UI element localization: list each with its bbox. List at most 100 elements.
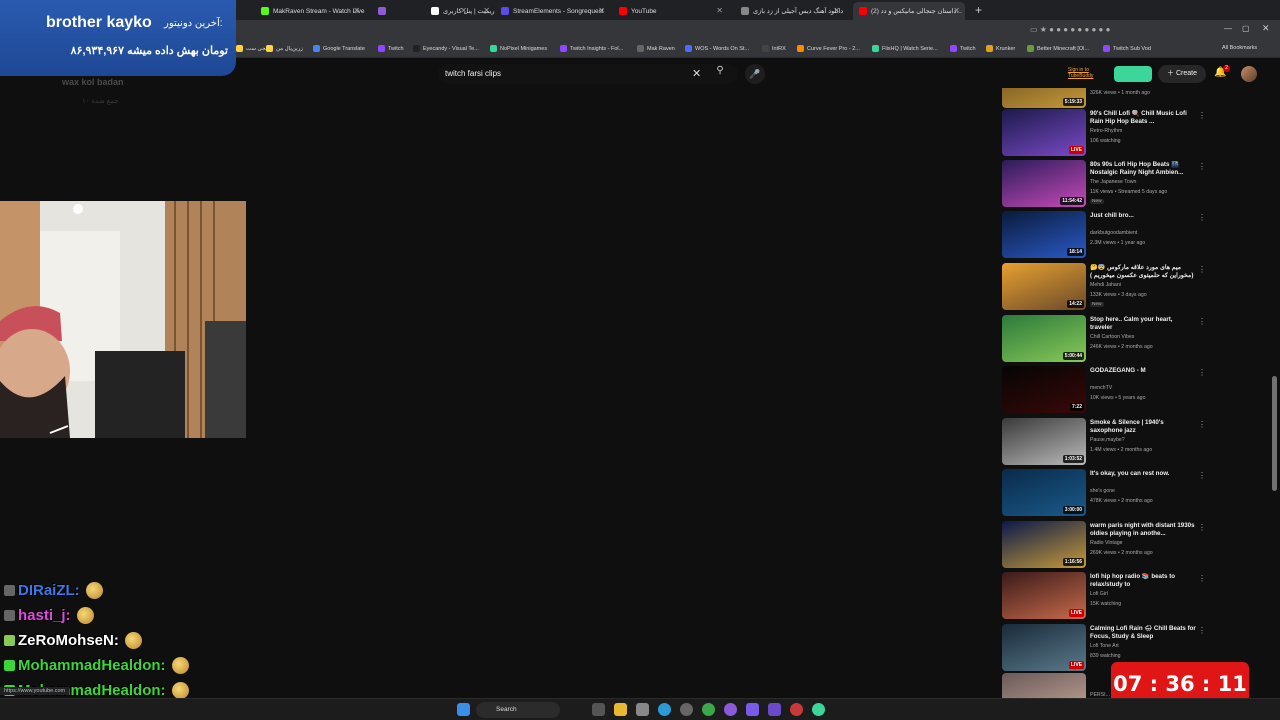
channel-name[interactable]: The Japanese Town — [1090, 179, 1136, 185]
video-thumbnail[interactable]: LIVE — [1002, 109, 1086, 156]
video-thumbnail[interactable] — [1002, 673, 1086, 698]
store-icon[interactable] — [636, 703, 649, 716]
create-button[interactable]: ＋ Create — [1158, 65, 1206, 83]
recommended-video[interactable]: 18:14 Just chill bro... darkbutgoodambient… — [1002, 211, 1212, 259]
browser-tab[interactable]: ریمیت | پنل کاربری ✕ — [425, 2, 495, 20]
discord-icon[interactable] — [724, 703, 737, 716]
channel-name[interactable]: Lofi Tone Art — [1090, 643, 1119, 649]
microphone-icon[interactable]: 🎤 — [745, 64, 765, 84]
bookmark-item[interactable]: Eyecandy - Visual Te... — [413, 45, 479, 52]
channel-name[interactable]: Radio Vintage — [1090, 540, 1123, 546]
video-thumbnail[interactable]: 7:22 — [1002, 366, 1086, 413]
video-title[interactable]: 90's Chill Lofi 🍭 Chill Music Lofi Rain … — [1090, 110, 1196, 126]
channel-name[interactable]: Pause,maybe? — [1090, 437, 1125, 443]
bookmark-item[interactable]: دیجی ست — [236, 45, 270, 52]
bookmark-item[interactable]: زرین‌پال من — [266, 45, 303, 52]
video-thumbnail[interactable]: 5:00:44 — [1002, 315, 1086, 362]
video-menu-icon[interactable]: ⋮ — [1198, 626, 1206, 635]
video-thumbnail[interactable]: 18:14 — [1002, 211, 1086, 258]
settings-icon[interactable] — [680, 703, 693, 716]
channel-name[interactable]: she's gone — [1090, 488, 1115, 494]
video-title[interactable]: Stop here.. Calm your heart, traveler — [1090, 316, 1196, 332]
tab-close-icon[interactable]: ✕ — [483, 6, 490, 15]
recommended-video[interactable]: 5:19:33326K views • 1 month ago⋮ — [1002, 88, 1212, 109]
avatar[interactable] — [1241, 66, 1257, 82]
tab-close-icon[interactable]: ✕ — [953, 6, 960, 15]
browser-tab[interactable]: دانلود آهنگ دیس آجیلی از زد بازی ✕ — [735, 2, 845, 20]
new-tab-button[interactable]: + — [975, 3, 982, 17]
video-title[interactable]: 80s 90s Lofi Hip Hop Beats 🌃 Nostalgic R… — [1090, 161, 1196, 177]
recommended-video[interactable]: 1:03:52 Smoke & Silence | 1940's saxophon… — [1002, 418, 1212, 466]
search-query-text[interactable]: twitch farsi clips — [445, 69, 501, 78]
video-title[interactable]: Smoke & Silence | 1940's saxophone jazz — [1090, 419, 1196, 435]
bookmark-item[interactable]: FlixHQ | Watch Serie... — [872, 45, 938, 52]
video-thumbnail[interactable]: 11:54:42 — [1002, 160, 1086, 207]
task-view-icon[interactable] — [592, 703, 605, 716]
search-input[interactable]: twitch farsi clips ✕ — [438, 64, 738, 84]
bookmark-item[interactable]: NoPixel Minigames — [490, 45, 547, 52]
obs-icon[interactable] — [746, 703, 759, 716]
video-menu-icon[interactable]: ⋮ — [1198, 574, 1206, 583]
recommended-video[interactable]: 1:16:56 warm paris night with distant 193… — [1002, 521, 1212, 569]
browser-tab[interactable]: StreamElements - Songrequest ✕ — [495, 2, 610, 20]
video-thumbnail[interactable]: 3:00:00 — [1002, 469, 1086, 516]
tab-close-icon[interactable]: ✕ — [598, 6, 605, 15]
video-thumbnail[interactable]: LIVE — [1002, 572, 1086, 619]
r-app-icon[interactable] — [768, 703, 781, 716]
video-title[interactable]: It's okay, you can rest now. — [1090, 470, 1196, 478]
bookmark-item[interactable]: WOS - Words On St... — [685, 45, 749, 52]
tab-close-icon[interactable]: ✕ — [833, 6, 840, 15]
tubebuddy-signin-link[interactable]: Sign in to TubeBuddy — [1068, 67, 1108, 79]
bookmark-item[interactable]: Mak Raven — [637, 45, 675, 52]
maximize-button[interactable]: ▢ — [1242, 24, 1250, 33]
video-thumbnail[interactable]: LIVE — [1002, 624, 1086, 671]
close-window-button[interactable]: ✕ — [1262, 23, 1270, 34]
bookmark-item[interactable]: IntRX — [762, 45, 786, 52]
recommended-video[interactable]: 7:22 GODAZEGANG - M menchTV 10K views • 5 y… — [1002, 366, 1212, 414]
channel-name[interactable]: Mehdi Jahani — [1090, 282, 1121, 288]
bookmark-item[interactable]: Twitch — [378, 45, 404, 52]
scrollbar[interactable] — [1272, 376, 1277, 491]
bookmark-item[interactable]: Twitch Insights - Fol... — [560, 45, 623, 52]
video-menu-icon[interactable]: ⋮ — [1198, 471, 1206, 480]
browser-tab[interactable]: YouTube ✕ — [613, 2, 728, 20]
video-menu-icon[interactable]: ⋮ — [1198, 523, 1206, 532]
bookmark-item[interactable]: Curve Fever Pro - 2... — [797, 45, 860, 52]
bookmark-item[interactable]: Google Translate — [313, 45, 365, 52]
video-title[interactable]: GODAZEGANG - M — [1090, 367, 1196, 375]
video-menu-icon[interactable]: ⋮ — [1198, 368, 1206, 377]
video-menu-icon[interactable]: ⋮ — [1198, 317, 1206, 326]
taskbar-search[interactable]: Search — [476, 702, 560, 718]
bookmark-item[interactable]: Twitch Sub Vod — [1103, 45, 1151, 52]
bookmark-item[interactable]: Better Minecraft [Ol... — [1027, 45, 1089, 52]
channel-name[interactable]: Retro-Rhythm — [1090, 128, 1122, 134]
recommended-video[interactable]: 3:00:00 It's okay, you can rest now. she's… — [1002, 469, 1212, 517]
channel-name[interactable]: darkbutgoodambient — [1090, 230, 1137, 236]
chrome-icon[interactable] — [702, 703, 715, 716]
clear-search-icon[interactable]: ✕ — [692, 67, 701, 80]
recommended-video[interactable]: LIVE lofi hip hop radio 📚 beats to relax/… — [1002, 572, 1212, 620]
video-menu-icon[interactable]: ⋮ — [1198, 420, 1206, 429]
channel-name[interactable]: menchTV — [1090, 385, 1112, 391]
app-icon-2[interactable] — [812, 703, 825, 716]
video-menu-icon[interactable]: ⋮ — [1198, 213, 1206, 222]
video-menu-icon[interactable]: ⋮ — [1198, 111, 1206, 120]
video-title[interactable]: lofi hip hop radio 📚 beats to relax/stud… — [1090, 573, 1196, 589]
video-thumbnail[interactable]: 1:16:56 — [1002, 521, 1086, 568]
search-icon[interactable]: ⚲ — [709, 65, 731, 83]
recommended-video[interactable]: LIVE 90's Chill Lofi 🍭 Chill Music Lofi R… — [1002, 109, 1212, 157]
video-thumbnail[interactable]: 1:03:52 — [1002, 418, 1086, 465]
video-title[interactable]: warm paris night with distant 1930s oldi… — [1090, 522, 1196, 538]
browser-tab[interactable]: MakRaven Stream - Watch Live ✕ — [255, 2, 365, 20]
file-explorer-icon[interactable] — [614, 703, 627, 716]
bookmark-item[interactable]: Krunker — [986, 45, 1015, 52]
app-icon[interactable] — [790, 703, 803, 716]
video-title[interactable]: Calming Lofi Rain 🌧 Chill Beats for Focu… — [1090, 625, 1196, 641]
tab-close-icon[interactable]: ✕ — [353, 6, 360, 15]
video-menu-icon[interactable]: ⋮ — [1198, 265, 1206, 274]
minimize-button[interactable]: — — [1224, 24, 1232, 33]
edge-icon[interactable] — [658, 703, 671, 716]
video-menu-icon[interactable]: ⋮ — [1198, 162, 1206, 171]
bookmark-item[interactable]: Twitch — [950, 45, 976, 52]
extensions-area[interactable]: ▭ ★ ● ● ● ● ● ● ● ● ● — [1030, 25, 1110, 34]
